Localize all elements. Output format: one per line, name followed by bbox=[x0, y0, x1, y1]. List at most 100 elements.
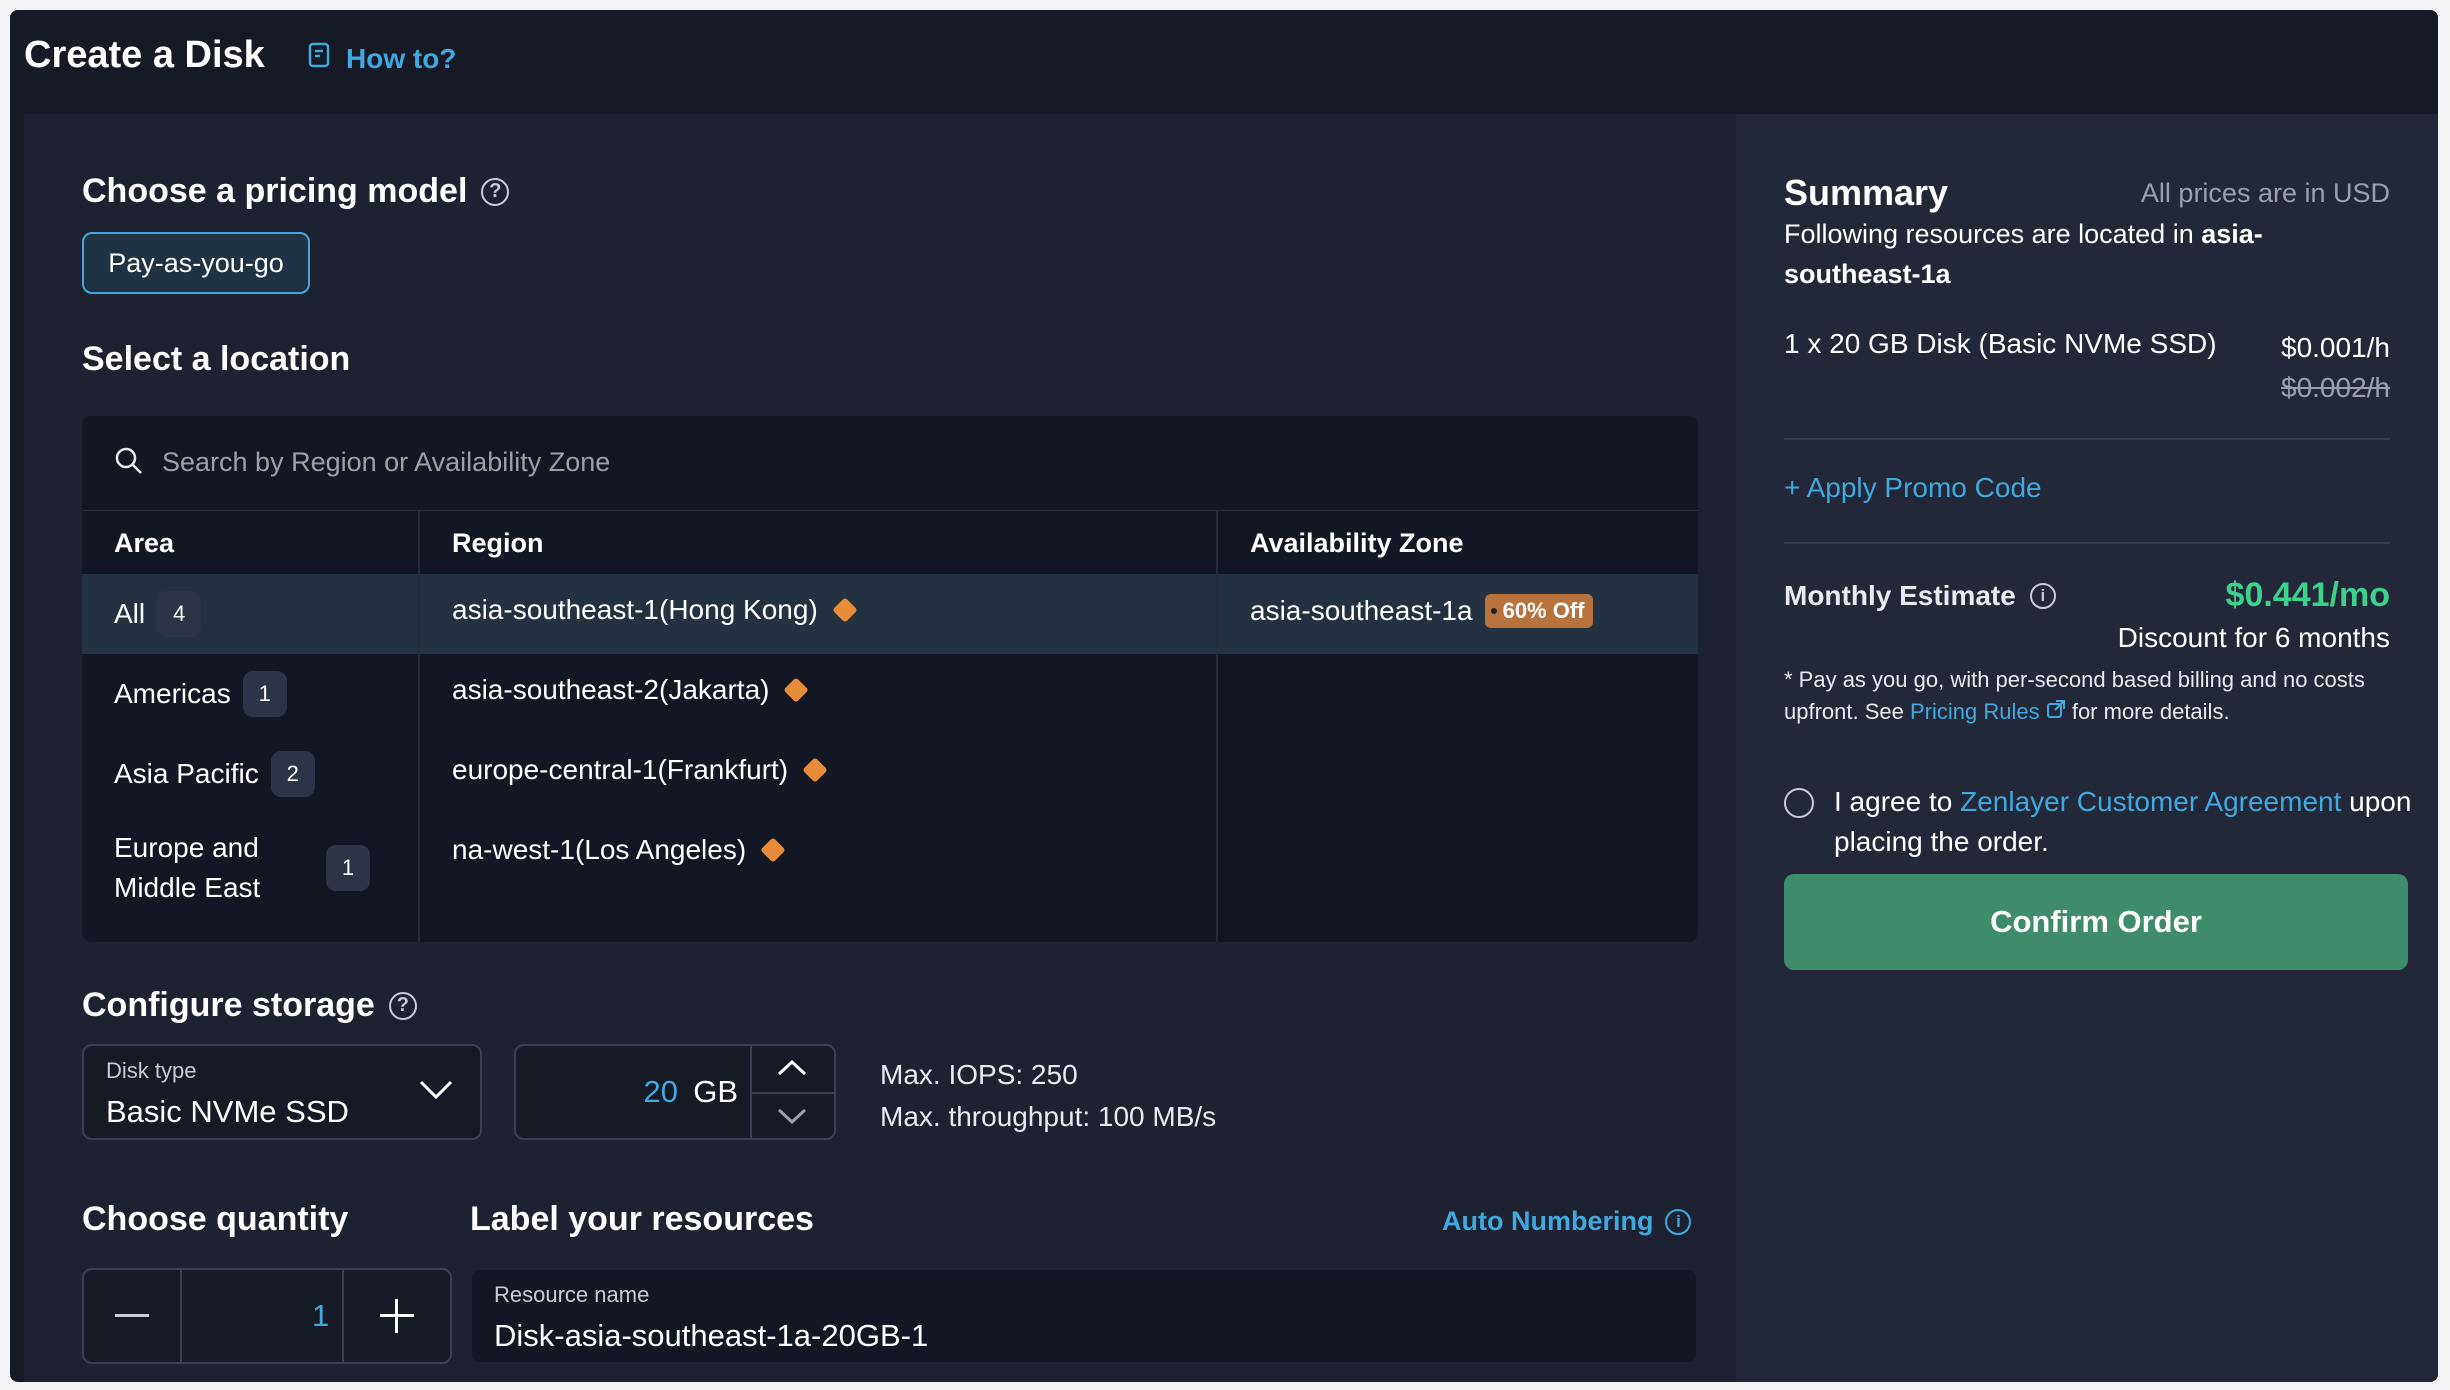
region-item[interactable]: europe-central-1(Frankfurt) bbox=[452, 754, 828, 786]
area-label: Asia Pacific bbox=[114, 758, 259, 789]
column-divider bbox=[1216, 510, 1218, 942]
pricing-option-pay-as-you-go[interactable]: Pay-as-you-go bbox=[82, 232, 310, 294]
quantity-heading: Choose quantity bbox=[82, 1200, 349, 1238]
storage-heading: Configure storage ? bbox=[82, 986, 417, 1025]
customer-agreement-link[interactable]: Zenlayer Customer Agreement bbox=[1960, 786, 2341, 817]
zone-item[interactable]: asia-southeast-1a 60% Off bbox=[1250, 594, 1593, 628]
pricing-heading: Choose a pricing model ? bbox=[82, 172, 510, 211]
region-item[interactable]: asia-southeast-2(Jakarta) bbox=[452, 674, 810, 706]
page-title: Create a Disk bbox=[24, 34, 265, 76]
disk-type-value: Basic NVMe SSD bbox=[106, 1094, 349, 1129]
area-count-badge: 1 bbox=[242, 671, 287, 717]
agreement-text: I agree to Zenlayer Customer Agreement u… bbox=[1834, 782, 2414, 862]
search-icon bbox=[114, 446, 144, 481]
pricing-heading-text: Choose a pricing model bbox=[82, 172, 468, 210]
pricing-rules-link[interactable]: Pricing Rules bbox=[1910, 699, 2040, 724]
top-bar: Create a Disk How to? bbox=[10, 10, 2438, 114]
estimate-label-text: Monthly Estimate bbox=[1784, 580, 2016, 611]
apply-promo-link[interactable]: + Apply Promo Code bbox=[1784, 472, 2042, 504]
minus-icon bbox=[115, 1314, 149, 1317]
area-item-europe-middle-east[interactable]: Europe and Middle East 1 bbox=[114, 828, 394, 908]
monthly-estimate-value: $0.441/mo bbox=[2225, 576, 2390, 614]
disk-specs: Max. IOPS: 250 Max. throughput: 100 MB/s bbox=[880, 1054, 1216, 1138]
divider bbox=[1784, 438, 2390, 440]
info-icon[interactable]: i bbox=[1665, 1208, 1692, 1235]
area-item-all[interactable]: All 4 bbox=[114, 591, 202, 637]
max-throughput: Max. throughput: 100 MB/s bbox=[880, 1101, 1217, 1132]
how-to-label: How to? bbox=[346, 42, 457, 74]
discount-badge: 60% Off bbox=[1484, 594, 1593, 628]
disk-size-unit: GB bbox=[693, 1074, 738, 1109]
disk-type-label: Disk type bbox=[106, 1058, 197, 1083]
location-table: Search by Region or Availability Zone Ar… bbox=[82, 416, 1698, 942]
region-item[interactable]: asia-southeast-1(Hong Kong) bbox=[452, 594, 858, 626]
current-price: $0.001/h bbox=[2281, 332, 2390, 363]
stepper-divider bbox=[180, 1270, 182, 1362]
region-label: asia-southeast-2(Jakarta) bbox=[452, 674, 770, 705]
agree-radio[interactable] bbox=[1784, 788, 1814, 818]
discount-tag-icon bbox=[783, 677, 810, 703]
decrement-button[interactable] bbox=[84, 1270, 180, 1362]
external-link-icon bbox=[2046, 700, 2065, 718]
summary-price: $0.001/h $0.002/h bbox=[2281, 328, 2390, 408]
area-count-badge: 2 bbox=[270, 751, 315, 797]
column-zone: Availability Zone bbox=[1250, 528, 1464, 558]
divider bbox=[1784, 542, 2390, 544]
summary-title: Summary bbox=[1784, 172, 1949, 213]
document-icon bbox=[308, 42, 332, 75]
discount-tag-icon bbox=[760, 837, 786, 863]
footnote-text: for more details. bbox=[2065, 699, 2230, 724]
summary-location-prefix: Following resources are located in bbox=[1784, 219, 2202, 249]
info-icon[interactable]: i bbox=[2029, 583, 2056, 609]
auto-numbering-label: Auto Numbering bbox=[1442, 1206, 1654, 1236]
disk-size-stepper[interactable]: 20 GB bbox=[514, 1044, 836, 1140]
area-item-americas[interactable]: Americas 1 bbox=[114, 671, 287, 717]
discount-tag-icon bbox=[832, 597, 858, 623]
help-icon[interactable]: ? bbox=[481, 177, 510, 206]
area-count-badge: 1 bbox=[326, 845, 370, 891]
label-heading: Label your resources bbox=[470, 1200, 814, 1238]
resource-name-label: Resource name bbox=[494, 1282, 650, 1307]
stepper-divider bbox=[752, 1092, 834, 1094]
increment-button[interactable] bbox=[344, 1270, 450, 1362]
monthly-estimate-label: Monthly Estimate i bbox=[1784, 580, 2056, 612]
region-item[interactable]: na-west-1(Los Angeles) bbox=[452, 834, 786, 866]
discount-tag-icon bbox=[802, 757, 828, 783]
help-icon[interactable]: ? bbox=[388, 991, 417, 1020]
area-item-asia-pacific[interactable]: Asia Pacific 2 bbox=[114, 751, 315, 797]
estimate-discount: Discount for 6 months bbox=[2117, 622, 2390, 653]
how-to-link[interactable]: How to? bbox=[308, 42, 456, 75]
summary-panel: Summary All prices are in USD Following … bbox=[1736, 114, 2438, 1382]
location-search[interactable]: Search by Region or Availability Zone bbox=[82, 416, 1698, 511]
column-area: Area bbox=[114, 528, 175, 558]
app-window: Create a Disk How to? Choose a pricing m… bbox=[10, 10, 2438, 1382]
resource-name-input[interactable]: Disk-asia-southeast-1a-20GB-1 bbox=[494, 1318, 928, 1354]
region-label: na-west-1(Los Angeles) bbox=[452, 834, 747, 865]
column-divider bbox=[418, 510, 420, 942]
area-count-badge: 4 bbox=[157, 591, 202, 637]
auto-numbering-link[interactable]: Auto Numbering i bbox=[1442, 1206, 1692, 1237]
disk-type-select[interactable]: Disk type Basic NVMe SSD bbox=[82, 1044, 482, 1140]
search-input[interactable]: Search by Region or Availability Zone bbox=[162, 447, 610, 478]
area-label: All bbox=[114, 598, 146, 629]
summary-location: Following resources are located in asia-… bbox=[1784, 214, 2394, 294]
quantity-input[interactable]: 1 bbox=[312, 1298, 329, 1334]
region-label: europe-central-1(Frankfurt) bbox=[452, 754, 789, 785]
storage-heading-text: Configure storage bbox=[82, 986, 375, 1024]
plus-icon bbox=[380, 1299, 414, 1333]
zone-label: asia-southeast-1a bbox=[1250, 595, 1473, 626]
agree-text-part: I agree to bbox=[1834, 786, 1961, 817]
summary-item: 1 x 20 GB Disk (Basic NVMe SSD) bbox=[1784, 328, 2217, 359]
disk-size-value[interactable]: 20 bbox=[644, 1074, 678, 1110]
currency-note: All prices are in USD bbox=[2140, 178, 2390, 208]
region-label: asia-southeast-1(Hong Kong) bbox=[452, 594, 818, 625]
confirm-order-button[interactable]: Confirm Order bbox=[1784, 874, 2408, 970]
area-label: Europe and Middle East bbox=[114, 832, 261, 903]
chevron-down-icon bbox=[418, 1078, 454, 1107]
chevron-down-icon[interactable] bbox=[776, 1106, 808, 1131]
resource-name-field[interactable]: Resource name Disk-asia-southeast-1a-20G… bbox=[470, 1268, 1698, 1364]
original-price: $0.002/h bbox=[2281, 372, 2390, 403]
billing-footnote: * Pay as you go, with per-second based b… bbox=[1784, 664, 2404, 728]
location-heading: Select a location bbox=[82, 340, 351, 378]
chevron-up-icon[interactable] bbox=[776, 1058, 808, 1083]
